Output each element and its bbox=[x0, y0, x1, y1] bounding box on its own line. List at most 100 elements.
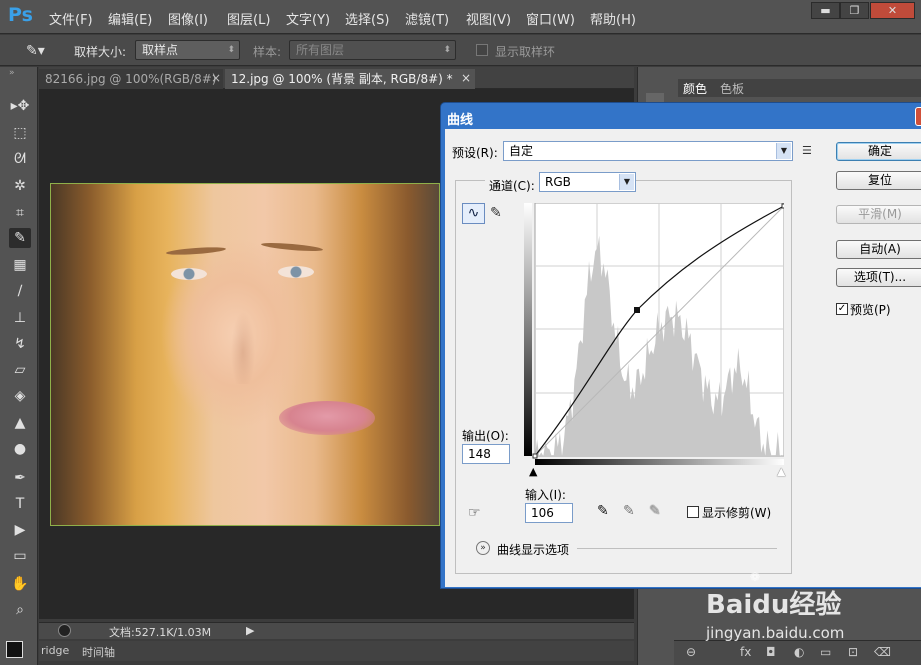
separator bbox=[577, 548, 777, 549]
tab-12[interactable]: 12.jpg @ 100% (背景 副本, RGB/8#) * bbox=[225, 69, 475, 89]
menu-file[interactable]: 文件(F) bbox=[49, 9, 93, 28]
sample-select[interactable]: 所有图层 ⬍ bbox=[289, 40, 456, 60]
show-ring-checkbox[interactable] bbox=[476, 44, 488, 56]
gray-eyedropper-icon[interactable]: ✎ bbox=[623, 503, 635, 519]
watermark-brand: Baidu经验 bbox=[706, 590, 842, 620]
minimize-button[interactable]: ▬ bbox=[811, 2, 840, 19]
options-button[interactable]: 选项(T)... bbox=[836, 268, 921, 287]
path-select-icon[interactable]: ▶ bbox=[9, 520, 31, 540]
preview-label: 预览(P) bbox=[850, 303, 891, 317]
hand-tool-icon[interactable]: ✋ bbox=[9, 574, 31, 594]
show-clipping-checkbox[interactable] bbox=[687, 506, 699, 518]
target-adjust-hand-icon[interactable]: ☞ bbox=[468, 505, 481, 521]
pencil-icon[interactable]: ✎ bbox=[490, 205, 502, 221]
curve-control-point[interactable] bbox=[634, 307, 640, 313]
link-layers-icon[interactable]: ⊖ bbox=[686, 645, 696, 659]
sample-size-select[interactable]: 取样点 ⬍ bbox=[135, 40, 240, 60]
tab-82166[interactable]: 82166.jpg @ 100%(RGB/8#) bbox=[39, 69, 223, 89]
foreground-color-swatch[interactable] bbox=[6, 641, 23, 658]
right-eyebrow bbox=[260, 241, 324, 253]
preview-checkbox[interactable]: ✓ bbox=[836, 303, 848, 315]
sample-size-label: 取样大小: bbox=[74, 45, 127, 59]
menu-filter[interactable]: 滤镜(T) bbox=[405, 9, 449, 28]
restore-button[interactable]: ❐ bbox=[840, 2, 869, 19]
nose bbox=[226, 304, 260, 384]
photoshop-window: Ps 文件(F) 编辑(E) 图像(I) 图层(L) 文字(Y) 选择(S) 滤… bbox=[0, 0, 921, 665]
black-point-slider-icon[interactable]: ▲ bbox=[529, 465, 537, 478]
eyedropper-tool-icon[interactable]: ✎ bbox=[9, 228, 31, 248]
select-arrows-icon: ⬍ bbox=[227, 45, 235, 55]
shape-tool-icon[interactable]: ▭ bbox=[9, 546, 31, 566]
zoom-tool-icon[interactable]: ⌕ bbox=[9, 600, 31, 620]
history-brush-icon[interactable]: ↯ bbox=[9, 334, 31, 354]
menu-type[interactable]: 文字(Y) bbox=[286, 9, 330, 28]
dodge-tool-icon[interactable]: ● bbox=[9, 439, 31, 459]
input-field[interactable]: 106 bbox=[525, 503, 573, 523]
tab-timeline[interactable]: 时间轴 bbox=[82, 644, 115, 660]
document-image[interactable] bbox=[50, 183, 440, 526]
curve-endpoint-white[interactable] bbox=[781, 203, 784, 209]
preset-options-icon[interactable]: ☰ bbox=[802, 144, 812, 157]
paint-bucket-icon[interactable]: ◈ bbox=[9, 386, 31, 406]
toolbox: » ▸✥ ⬚ ᘛ ✲ ⌗ ✎ ▦ ∕ ⊥ ↯ ▱ ◈ ▲ ● ✒ T ▶ ▭ ✋… bbox=[0, 67, 38, 665]
lips bbox=[279, 401, 375, 435]
reset-button[interactable]: 复位 bbox=[836, 171, 921, 190]
white-point-slider-icon[interactable]: ▲ bbox=[777, 465, 785, 478]
curves-dialog: 曲线 预设(R): 自定 ▼ ☰ 通道(C): RGB ▼ ∿ ✎ ▲ ▲ 输出… bbox=[440, 102, 921, 589]
curve-display-options[interactable]: 曲线显示选项 bbox=[497, 541, 569, 558]
menu-layer[interactable]: 图层(L) bbox=[227, 9, 270, 28]
curve-endpoint-black[interactable] bbox=[532, 453, 538, 459]
menu-image[interactable]: 图像(I) bbox=[168, 9, 208, 28]
move-tool-icon[interactable]: ▸✥ bbox=[9, 96, 31, 116]
output-field[interactable]: 148 bbox=[462, 444, 510, 464]
zoom-indicator-icon[interactable] bbox=[58, 624, 71, 637]
type-tool-icon[interactable]: T bbox=[9, 494, 31, 514]
eyedropper-preset-icon[interactable]: ✎▾ bbox=[26, 43, 45, 59]
magic-wand-icon[interactable]: ✲ bbox=[9, 176, 31, 196]
healing-brush-icon[interactable]: ▦ bbox=[9, 255, 31, 275]
preset-select[interactable]: 自定 ▼ bbox=[503, 141, 793, 161]
crop-tool-icon[interactable]: ⌗ bbox=[9, 203, 31, 223]
output-gradient-bar bbox=[524, 203, 532, 456]
eraser-icon[interactable]: ▱ bbox=[9, 360, 31, 380]
doc-info[interactable]: 文档:527.1K/1.03M bbox=[109, 624, 211, 640]
menu-help[interactable]: 帮助(H) bbox=[590, 9, 636, 28]
auto-button[interactable]: 自动(A) bbox=[836, 240, 921, 259]
marquee-tool-icon[interactable]: ⬚ bbox=[9, 123, 31, 143]
right-eye bbox=[278, 266, 314, 278]
close-button[interactable]: ✕ bbox=[870, 2, 915, 19]
tab-close-icon[interactable]: × bbox=[461, 71, 471, 85]
black-eyedropper-icon[interactable]: ✎ bbox=[597, 503, 609, 519]
menu-window[interactable]: 窗口(W) bbox=[526, 9, 575, 28]
status-menu-arrow-icon[interactable]: ▶ bbox=[246, 624, 254, 637]
menu-view[interactable]: 视图(V) bbox=[466, 9, 511, 28]
left-eye bbox=[171, 268, 207, 280]
checkmark-icon: ✓ bbox=[837, 303, 847, 314]
ok-button[interactable]: 确定 bbox=[836, 142, 921, 161]
curves-graph[interactable] bbox=[524, 203, 784, 465]
show-clipping-label: 显示修剪(W) bbox=[702, 506, 772, 520]
collapse-icon[interactable]: » bbox=[9, 68, 15, 78]
curve-edit-icon[interactable]: ∿ bbox=[462, 203, 485, 224]
channel-select[interactable]: RGB ▼ bbox=[539, 172, 636, 192]
expand-options-icon[interactable]: » bbox=[476, 541, 490, 555]
brush-tool-icon[interactable]: ∕ bbox=[9, 281, 31, 301]
tab-bridge[interactable]: ridge bbox=[41, 644, 69, 657]
dialog-title: 曲线 bbox=[447, 113, 474, 128]
smooth-button[interactable]: 平滑(M) bbox=[836, 205, 921, 224]
white-eyedropper-icon[interactable]: ✎ bbox=[649, 503, 661, 519]
dialog-close-button[interactable] bbox=[915, 107, 921, 126]
dialog-body: 预设(R): 自定 ▼ ☰ 通道(C): RGB ▼ ∿ ✎ ▲ ▲ 输出(O)… bbox=[445, 129, 921, 587]
menu-select[interactable]: 选择(S) bbox=[345, 9, 389, 28]
sample-size-value: 取样点 bbox=[142, 43, 179, 57]
tab-close-icon[interactable]: × bbox=[211, 71, 221, 85]
lasso-tool-icon[interactable]: ᘛ bbox=[9, 149, 31, 169]
tab-color[interactable]: 颜色 bbox=[683, 80, 707, 97]
preset-label: 预设(R): bbox=[452, 146, 498, 160]
menu-edit[interactable]: 编辑(E) bbox=[108, 9, 152, 28]
pen-tool-icon[interactable]: ✒ bbox=[9, 468, 31, 488]
clone-stamp-icon[interactable]: ⊥ bbox=[9, 308, 31, 328]
blur-tool-icon[interactable]: ▲ bbox=[9, 413, 31, 433]
show-ring-label: 显示取样环 bbox=[495, 45, 556, 59]
tab-swatches[interactable]: 色板 bbox=[720, 80, 744, 97]
